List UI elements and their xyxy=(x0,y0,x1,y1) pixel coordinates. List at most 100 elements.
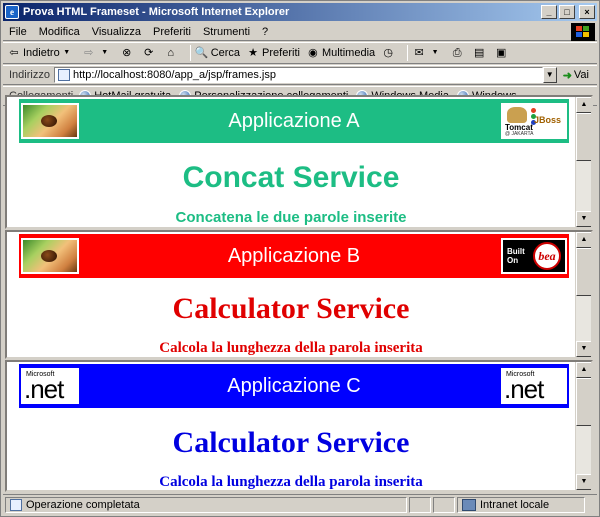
media-icon: ◉ xyxy=(308,47,318,59)
banner-b-title: Applicazione B xyxy=(227,244,361,267)
chevron-down-icon: ▼ xyxy=(63,49,71,56)
banner-a: Applicazione A Tomcat @ JAKARTA JBoss xyxy=(19,99,569,143)
address-bar: Indirizzo http://localhost:8080/app_a/js… xyxy=(3,65,597,85)
home-button[interactable]: ⌂ xyxy=(164,46,180,60)
banner-c: Microsoft .net Applicazione C Microsoft … xyxy=(19,364,569,408)
browser-window: e Prova HTML Frameset - Microsoft Intern… xyxy=(0,0,600,517)
go-arrow-icon: ➜ xyxy=(562,69,572,82)
frame-applicazione-a: Applicazione A Tomcat @ JAKARTA JBoss Co… xyxy=(5,95,593,229)
chevron-down-icon: ▼ xyxy=(431,49,439,56)
close-button[interactable]: × xyxy=(579,5,595,19)
media-label: Multimedia xyxy=(321,47,376,59)
menu-tools[interactable]: Strumenti xyxy=(197,26,256,38)
address-url: http://localhost:8080/app_a/jsp/frames.j… xyxy=(72,69,276,81)
back-button[interactable]: ⇦ Indietro ▼ xyxy=(7,46,76,60)
menu-view[interactable]: Visualizza xyxy=(86,26,147,38)
net-label: .net xyxy=(504,374,544,404)
menu-help[interactable]: ? xyxy=(256,26,274,38)
media-button[interactable]: ◉ Multimedia xyxy=(306,46,375,60)
favorites-label: Preferiti xyxy=(262,47,300,59)
jboss-label: JBoss xyxy=(533,115,561,125)
forward-arrow-icon: ⇨ xyxy=(84,47,94,59)
frame-applicazione-c: Microsoft .net Applicazione C Microsoft … xyxy=(5,360,593,492)
forward-button[interactable]: ⇨ ▼ xyxy=(82,46,114,60)
address-label: Indirizzo xyxy=(9,69,50,81)
scroll-down-button[interactable]: ▼ xyxy=(576,474,591,490)
vertical-scrollbar[interactable]: ▲ ▼ xyxy=(575,97,591,227)
intranet-icon xyxy=(462,498,476,511)
home-icon: ⌂ xyxy=(167,47,175,59)
service-title-c: Calculator Service xyxy=(172,426,410,459)
jakarta-label: @ JAKARTA xyxy=(505,131,534,137)
discuss-icon: ▣ xyxy=(495,47,507,59)
mail-icon: ✉ xyxy=(414,47,424,59)
edit-icon: ▤ xyxy=(473,47,485,59)
history-button[interactable]: ◷ xyxy=(381,46,397,60)
chevron-down-icon: ▼ xyxy=(101,49,109,56)
refresh-button[interactable]: ⟳ xyxy=(142,46,158,60)
address-dropdown-button[interactable]: ▼ xyxy=(542,67,557,83)
toolbar-divider xyxy=(407,45,409,61)
banner-a-title: Applicazione A xyxy=(228,109,360,132)
service-subtitle-c: Calcola la lunghezza della parola inseri… xyxy=(159,474,423,490)
dotnet-logo: Microsoft .net xyxy=(501,368,567,404)
status-text: Operazione completata xyxy=(26,498,140,511)
title-bar[interactable]: e Prova HTML Frameset - Microsoft Intern… xyxy=(3,3,597,21)
stop-icon: ⊗ xyxy=(122,47,132,59)
status-bar: Operazione completata Intranet locale xyxy=(3,494,597,514)
service-title-a: Concat Service xyxy=(182,161,400,194)
print-button[interactable]: ⎙ xyxy=(450,46,466,60)
fingers-logo xyxy=(21,103,79,139)
scroll-down-button[interactable]: ▼ xyxy=(576,211,591,227)
net-label: .net xyxy=(24,374,64,404)
menu-favorites[interactable]: Preferiti xyxy=(147,26,197,38)
windows-flag-icon xyxy=(571,23,595,41)
status-cell xyxy=(433,496,455,513)
zone-label: Intranet locale xyxy=(480,498,550,511)
print-icon: ⎙ xyxy=(452,47,462,59)
built-on-label: Built On xyxy=(507,247,525,265)
scroll-up-button[interactable]: ▲ xyxy=(576,362,591,378)
back-label: Indietro xyxy=(23,47,60,59)
resize-grip[interactable] xyxy=(585,497,597,513)
stop-button[interactable]: ⊗ xyxy=(120,46,136,60)
favorites-button[interactable]: ★ Preferiti xyxy=(246,46,300,60)
scroll-up-button[interactable]: ▲ xyxy=(576,97,591,113)
ie-icon: e xyxy=(5,5,19,19)
status-message: Operazione completata xyxy=(5,496,407,513)
maximize-button[interactable]: □ xyxy=(559,5,575,19)
status-cell xyxy=(409,496,431,513)
mail-button[interactable]: ✉ ▼ xyxy=(412,46,444,60)
address-input[interactable]: http://localhost:8080/app_a/jsp/frames.j… xyxy=(53,67,543,83)
frame-applicazione-b: Applicazione B Built On bea Calculator S… xyxy=(5,230,593,359)
scroll-down-button[interactable]: ▼ xyxy=(576,341,591,357)
window-title: Prova HTML Frameset - Microsoft Internet… xyxy=(23,6,290,18)
scroll-thumb[interactable] xyxy=(576,248,591,296)
fingers-logo xyxy=(21,238,79,274)
scroll-thumb[interactable] xyxy=(576,378,591,426)
go-label: Vai xyxy=(573,69,589,81)
favorites-icon: ★ xyxy=(248,47,258,59)
toolbar: ⇦ Indietro ▼ ⇨ ▼ ⊗ ⟳ ⌂ 🔍 Cerca ★ Preferi… xyxy=(3,42,597,64)
scroll-thumb[interactable] xyxy=(576,113,591,161)
security-zone[interactable]: Intranet locale xyxy=(457,496,585,513)
history-icon: ◷ xyxy=(383,47,393,59)
search-button[interactable]: 🔍 Cerca xyxy=(195,46,240,60)
menu-edit[interactable]: Modifica xyxy=(33,26,86,38)
toolbar-divider xyxy=(189,45,191,61)
search-icon: 🔍 xyxy=(194,47,209,59)
refresh-icon: ⟳ xyxy=(144,47,154,59)
banner-b: Applicazione B Built On bea xyxy=(19,234,569,278)
minimize-button[interactable]: _ xyxy=(541,5,557,19)
scroll-up-button[interactable]: ▲ xyxy=(576,232,591,248)
vertical-scrollbar[interactable]: ▲ ▼ xyxy=(575,362,591,490)
menu-file[interactable]: File xyxy=(3,26,33,38)
page-done-icon xyxy=(10,498,22,511)
back-arrow-icon: ⇦ xyxy=(9,47,19,59)
go-button[interactable]: ➜ Vai xyxy=(563,69,589,82)
service-subtitle-b: Calcola la lunghezza della parola inseri… xyxy=(159,340,423,356)
search-label: Cerca xyxy=(210,47,241,59)
vertical-scrollbar[interactable]: ▲ ▼ xyxy=(575,232,591,357)
discuss-button[interactable]: ▣ xyxy=(494,46,510,60)
edit-button[interactable]: ▤ xyxy=(472,46,488,60)
